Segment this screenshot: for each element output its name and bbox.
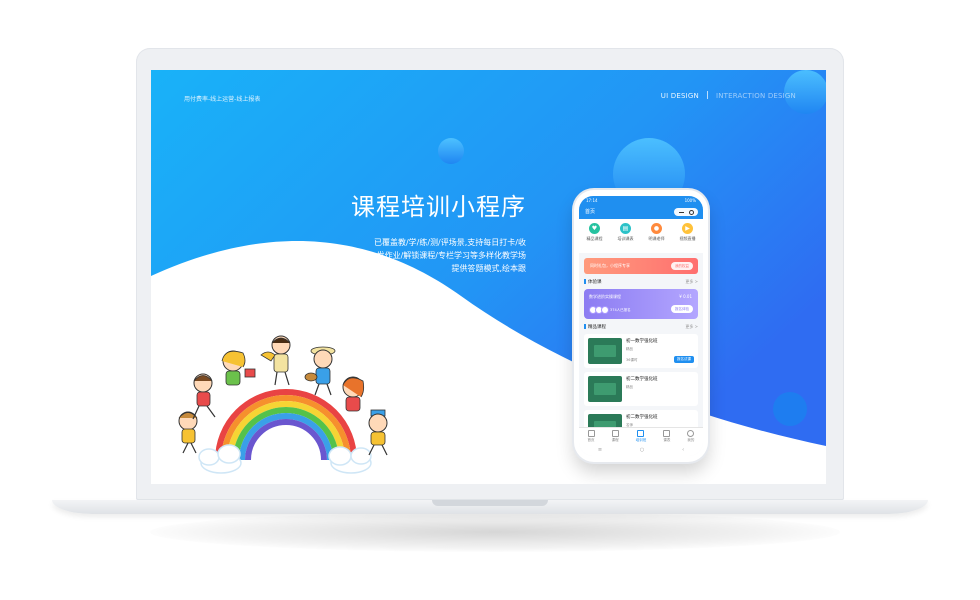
- bubble-bottom: [773, 392, 807, 426]
- description-line: 提供答题模式,绘本跟: [451, 264, 526, 273]
- home-button-icon[interactable]: ○: [640, 447, 644, 453]
- enrolled-avatars: [589, 306, 609, 314]
- lesson-signup-button[interactable]: 报名体验: [671, 305, 693, 313]
- course-name: 初二数学强化班: [626, 377, 658, 382]
- cloud-left: [198, 444, 242, 474]
- course-tag: 精品: [626, 347, 633, 351]
- calendar-icon: [663, 430, 671, 437]
- video-icon: ▶: [682, 223, 693, 234]
- promo-banner-text: 同时礼包，小程序专享: [590, 263, 630, 268]
- back-icon[interactable]: ‹: [682, 447, 684, 453]
- heart-icon: ♥: [589, 223, 600, 234]
- lesson-enrolled-count: 374人已报名: [610, 308, 631, 312]
- quick-entry-label: 明课老师: [648, 236, 665, 241]
- course-trial-button[interactable]: 报名试课: [674, 356, 694, 363]
- lesson-price: ¥ 0.01: [679, 294, 692, 299]
- cloud-right: [328, 446, 372, 474]
- course-lessons: 36课时: [626, 358, 638, 362]
- quick-entry-live[interactable]: ▶ 视频直播: [674, 223, 702, 253]
- home-icon: [587, 430, 595, 437]
- top-right-nav: UI DESIGN INTERACTION DESIGN: [661, 91, 796, 100]
- battery-status: 100%: [684, 198, 696, 203]
- section-more-link[interactable]: 更多 >: [685, 324, 698, 330]
- class-icon: [637, 430, 645, 437]
- kid-3: [221, 350, 256, 386]
- android-nav-bar: ≡ ○ ‹: [579, 444, 703, 456]
- rainbow-kids-illustration: [178, 335, 388, 474]
- tab-label: 首页: [587, 438, 595, 442]
- kid-6: [342, 376, 365, 412]
- laptop-screen: 用付费率-线上运营-线上报表 UI DESIGN INTERACTION DESI…: [151, 70, 826, 484]
- tab-timetable[interactable]: 课表: [663, 428, 671, 444]
- section-featured-header: 精品课程 更多 >: [584, 324, 698, 330]
- tab-label: 培训班: [635, 438, 647, 442]
- teacher-icon: ●: [651, 223, 662, 234]
- promo-banner[interactable]: 同时礼包，小程序专享 我的权益: [584, 258, 698, 274]
- course-name: 初一数学强化班: [626, 339, 658, 344]
- course-thumbnail: [588, 338, 622, 364]
- book-icon: [611, 430, 619, 437]
- avatar: [601, 306, 609, 314]
- tab-training[interactable]: 培训班: [635, 428, 647, 444]
- kid-1: [178, 411, 198, 454]
- laptop-shadow: [150, 512, 840, 552]
- menu-icon[interactable]: ≡: [598, 447, 602, 453]
- phone-header-title: 首页: [585, 209, 596, 215]
- description-line: 发作业/解锁课程/专栏学习等多样化教学场: [376, 251, 526, 260]
- description: 已覆盖教/学/练/测/评场景,支持每日打卡/收 发作业/解锁课程/专栏学习等多样…: [336, 236, 526, 275]
- tab-label: 课表: [663, 438, 671, 442]
- course-name: 初二数学强化班: [626, 415, 658, 420]
- tab-home[interactable]: 首页: [587, 428, 595, 444]
- section-more-link[interactable]: 更多 >: [685, 279, 698, 285]
- tab-profile[interactable]: 我的: [687, 428, 695, 444]
- section-title: 精品课程: [588, 325, 606, 330]
- description-line: 已覆盖教/学/练/测/评场景,支持每日打卡/收: [373, 238, 526, 247]
- user-icon: [687, 430, 695, 437]
- phone-tab-bar: 首页 课程 培训班 课表 我的: [579, 427, 703, 444]
- course-card[interactable]: 初二数学强化班 精品: [584, 372, 698, 406]
- status-time: 17:14: [586, 198, 598, 203]
- laptop-notch: [432, 500, 548, 506]
- nav-interaction-design[interactable]: INTERACTION DESIGN: [716, 92, 796, 100]
- course-card[interactable]: 初一数学强化班 精品 36课时 报名试课: [584, 334, 698, 368]
- quick-entry-teachers[interactable]: ● 明课老师: [643, 223, 671, 253]
- tab-label: 课程: [611, 438, 619, 442]
- quick-entry-icons: ♥ 精品课程 ▤ 培训课表 ● 明课老师 ▶ 视频直播: [579, 219, 703, 253]
- nav-separator: [706, 91, 708, 99]
- quick-entry-label: 培训课表: [617, 236, 634, 241]
- kid-2: [192, 373, 216, 420]
- top-left-caption: 用付费率-线上运营-线上报表: [184, 96, 261, 103]
- kid-4: [260, 335, 291, 386]
- phone-mockup: 17:14 100% 首页 ♥ 精品课程 ▤ 培训课表 ● 明课老师 ▶ 视频直…: [574, 190, 708, 462]
- tab-label: 我的: [687, 438, 695, 442]
- course-tag: 精品: [626, 385, 633, 389]
- quick-entry-schedule[interactable]: ▤ 培训课表: [612, 223, 640, 253]
- lesson-title: 数学进阶实操课程: [589, 294, 621, 299]
- quick-entry-label: 精品课程: [586, 236, 603, 241]
- phone-screen: 17:14 100% 首页 ♥ 精品课程 ▤ 培训课表 ● 明课老师 ▶ 视频直…: [579, 196, 703, 456]
- phone-status-bar: 17:14 100%: [579, 196, 703, 205]
- kid-5: [304, 346, 336, 396]
- tab-courses[interactable]: 课程: [611, 428, 619, 444]
- calendar-icon: ▤: [620, 223, 631, 234]
- section-trial-header: 体验课 更多 >: [584, 279, 698, 285]
- quick-entry-label: 视频直播: [679, 236, 696, 241]
- headline: 课程培训小程序: [351, 193, 526, 221]
- miniprogram-capsule-icon[interactable]: [674, 208, 698, 216]
- bubble-small: [438, 138, 464, 164]
- quick-entry-featured-courses[interactable]: ♥ 精品课程: [581, 223, 609, 253]
- promo-banner-button[interactable]: 我的权益: [671, 262, 693, 270]
- kid-7: [368, 409, 388, 456]
- nav-ui-design[interactable]: UI DESIGN: [661, 92, 699, 100]
- course-thumbnail: [588, 376, 622, 402]
- trial-lesson-card[interactable]: 数学进阶实操课程 ¥ 0.01 374人已报名 报名体验: [584, 289, 698, 319]
- phone-header: 首页: [579, 205, 703, 219]
- section-title: 体验课: [588, 280, 602, 285]
